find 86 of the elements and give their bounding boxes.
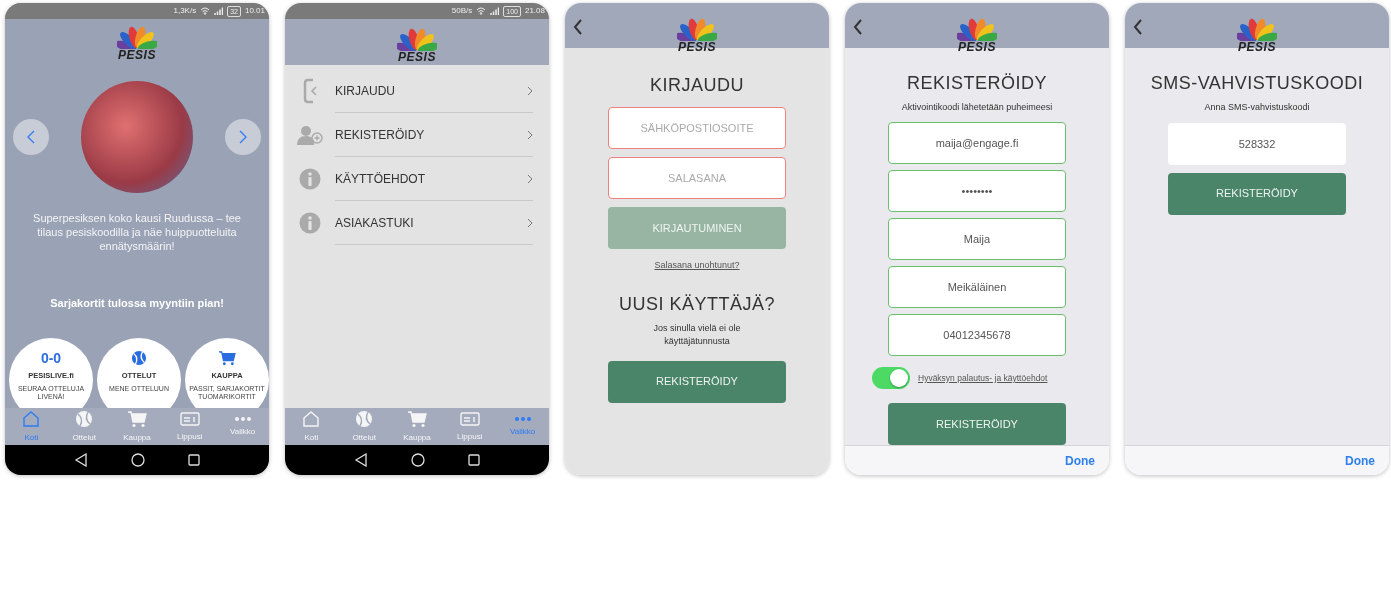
page-title: SMS-VAHVISTUSKOODI — [1150, 72, 1364, 95]
chevron-left-icon — [27, 130, 35, 144]
card-icon — [179, 410, 200, 427]
input-field[interactable]: SÄHKÖPOSTIOSOITE — [608, 107, 786, 149]
logo-text: PESIS — [398, 51, 436, 63]
notice-text: Sarjakortit tulossa myyntiin pian! — [50, 296, 224, 311]
chevron-right-icon — [527, 129, 533, 140]
logo-text: PESIS — [678, 41, 716, 53]
tab-button[interactable]: Lippusi — [443, 410, 496, 443]
cart-icon — [127, 409, 147, 428]
card-icon — [459, 410, 480, 427]
tab-button[interactable]: Kauppa — [111, 409, 163, 444]
score-text: 0-0 — [40, 350, 62, 366]
cart-icon — [407, 409, 427, 428]
tab-button[interactable]: Lippusi — [163, 410, 216, 443]
logo-text: PESIS — [1238, 41, 1276, 53]
tab-button[interactable]: Valikko — [216, 415, 269, 438]
menu-item[interactable]: ASIAKASTUKI — [335, 201, 533, 245]
hint-text: Anna SMS-vahvistuskoodi — [1204, 101, 1310, 114]
more-icon — [233, 415, 252, 422]
fan-icon — [957, 17, 997, 41]
ball-icon — [131, 350, 147, 366]
forgot-password-link[interactable]: Salasana unohtunut? — [654, 259, 740, 273]
home-icon — [302, 409, 321, 428]
register-button[interactable]: REKISTERÖIDY — [1168, 172, 1346, 215]
signal-icon — [214, 7, 224, 15]
input-field[interactable]: SALASANA — [608, 157, 786, 199]
info-text: Jos sinulla vielä ei ole käyttäjätunnusta — [652, 321, 742, 348]
input-field[interactable]: maija@engage.fi — [888, 122, 1066, 165]
done-button[interactable]: Done — [1339, 450, 1381, 471]
back-icon[interactable] — [74, 453, 89, 467]
home-button-icon[interactable] — [411, 453, 425, 467]
tab-button[interactable]: Kauppa — [391, 409, 443, 444]
fan-icon — [1237, 17, 1277, 41]
logo-text: PESIS — [958, 41, 996, 53]
menu-label: REKISTERÖIDY — [335, 126, 425, 144]
input-field[interactable]: Meikäläinen — [888, 266, 1066, 309]
menu-label: ASIAKASTUKI — [335, 214, 414, 232]
fan-icon — [677, 17, 717, 41]
info-icon — [299, 212, 321, 234]
back-icon[interactable] — [354, 453, 369, 467]
clock: 10.01 — [244, 5, 265, 17]
page-title: KIRJAUDU — [650, 74, 744, 97]
terms-link[interactable]: Hyväksyn palautus- ja käyttöehdot — [918, 371, 1048, 385]
input-field[interactable]: Maija — [888, 218, 1066, 261]
chevron-right-icon — [239, 130, 247, 144]
wifi-icon — [200, 7, 211, 15]
fan-icon — [117, 25, 157, 49]
input-field[interactable]: •••••••• — [888, 170, 1066, 213]
fan-icon — [397, 27, 437, 51]
chevron-right-icon — [527, 85, 533, 96]
home-button-icon[interactable] — [131, 453, 145, 467]
input-field[interactable]: 04012345678 — [888, 314, 1066, 357]
page-title: REKISTERÖIDY — [907, 71, 1047, 95]
info-icon — [299, 168, 321, 190]
clock: 21.08 — [524, 5, 545, 17]
tab-button[interactable]: Ottelut — [338, 409, 391, 444]
wifi-icon — [476, 7, 487, 15]
toggle-switch[interactable] — [872, 367, 910, 390]
recent-apps-icon[interactable] — [187, 454, 200, 466]
menu-label: KÄYTTÖEHDOT — [335, 170, 425, 188]
network-speed: 1,3K/s — [173, 5, 197, 17]
hint-text: Aktivointikoodi lähetetään puheimeesi — [901, 100, 1053, 114]
recent-apps-icon[interactable] — [467, 454, 480, 466]
logo-text: PESIS — [118, 49, 156, 61]
promo-text: Superpesiksen koko kausi Ruudussa – tee tilaus pesiskoodilla ja näe huippuotteluita ennätysmäärin! — [32, 211, 242, 253]
tab-button[interactable]: Ottelut — [58, 409, 111, 444]
chevron-right-icon — [527, 173, 533, 184]
more-icon — [513, 415, 532, 422]
person-add-icon — [297, 125, 323, 145]
menu-label: KIRJAUDU — [335, 82, 395, 100]
tab-button[interactable]: Koti — [285, 409, 338, 444]
login-icon — [302, 78, 318, 104]
section-title: UUSI KÄYTTÄJÄ? — [618, 292, 775, 316]
menu-item[interactable]: KIRJAUDU — [335, 69, 533, 113]
input-field[interactable]: 528332 — [1168, 122, 1346, 165]
home-icon — [22, 409, 41, 428]
menu-item[interactable]: REKISTERÖIDY — [335, 113, 533, 157]
register-button[interactable]: REKISTERÖIDY — [888, 403, 1066, 446]
menu-item[interactable]: KÄYTTÖEHDOT — [335, 157, 533, 201]
network-speed: 50B/s — [451, 5, 473, 17]
cart-icon — [218, 350, 236, 366]
done-button[interactable]: Done — [1059, 450, 1101, 471]
chevron-right-icon — [527, 217, 533, 228]
register-button[interactable]: REKISTERÖIDY — [608, 360, 786, 403]
signal-icon — [490, 7, 500, 15]
